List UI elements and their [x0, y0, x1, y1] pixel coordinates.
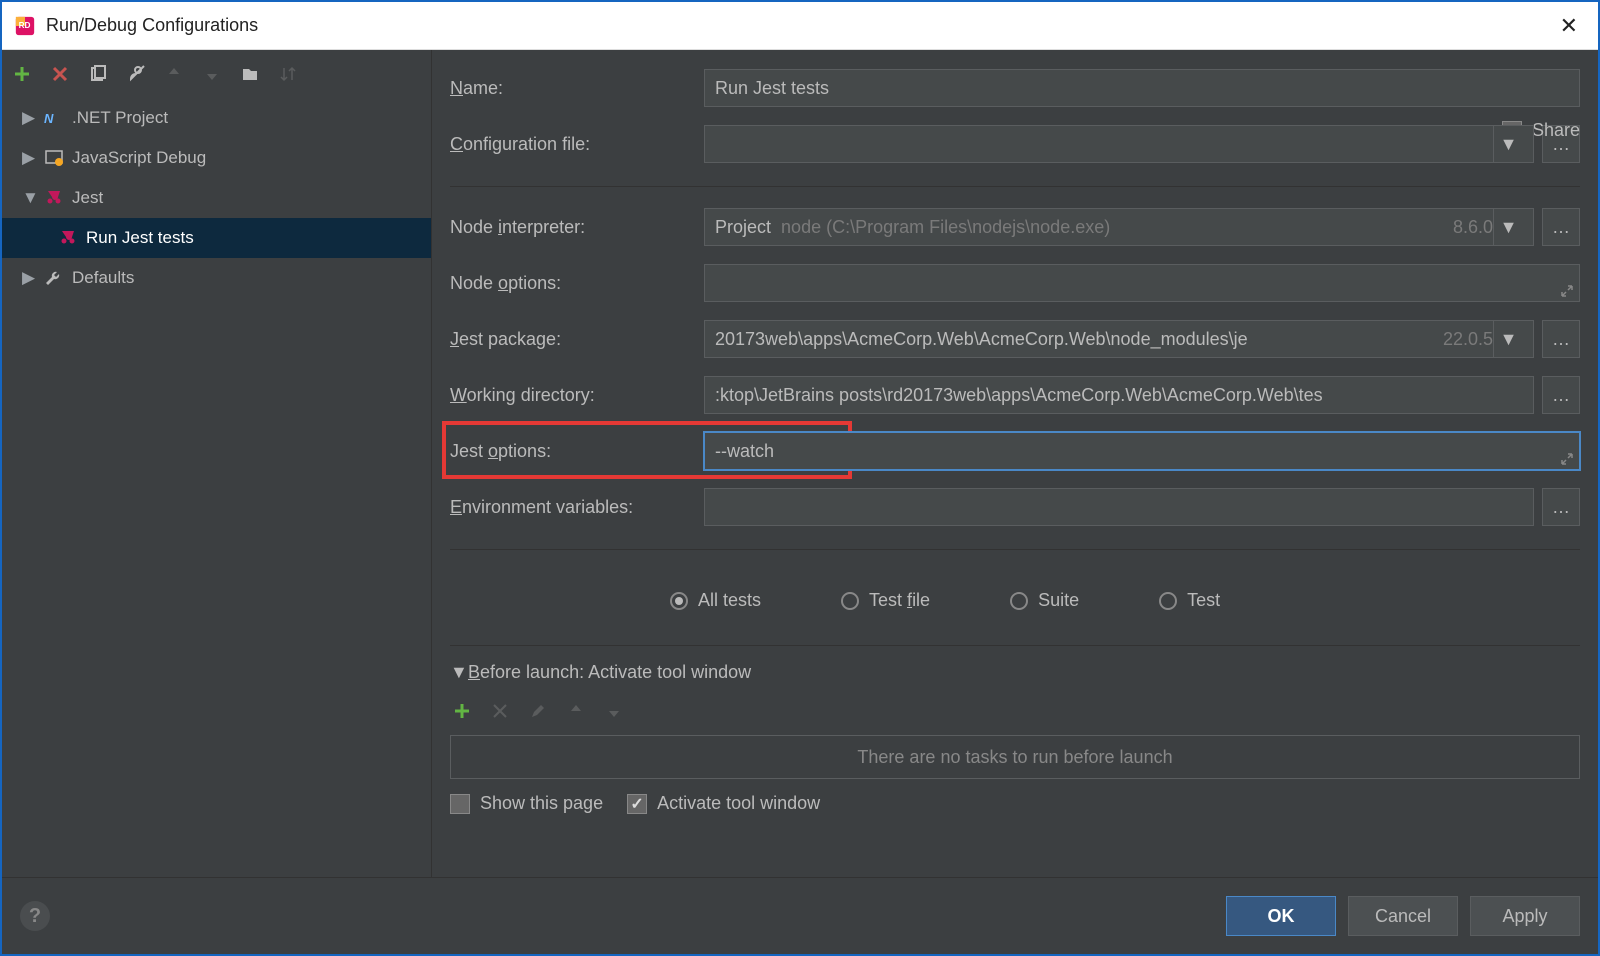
radio-test[interactable]: Test — [1159, 590, 1220, 611]
cancel-button[interactable]: Cancel — [1348, 896, 1458, 936]
dialog-button-bar: ? OK Cancel Apply — [2, 877, 1598, 954]
environment-input[interactable] — [704, 488, 1534, 526]
chevron-right-icon: ▶ — [22, 108, 36, 128]
edit-task-button — [526, 699, 550, 723]
share-label: Share — [1532, 120, 1580, 141]
before-launch-toolbar — [450, 693, 1580, 729]
show-page-checkbox[interactable]: Show this page — [450, 793, 603, 814]
form-panel: Share Name: Run Jest tests Configuration… — [432, 50, 1598, 954]
node-options-label: Node options: — [450, 273, 696, 294]
dropdown-icon[interactable]: ▼ — [1493, 209, 1523, 245]
name-input[interactable]: Run Jest tests — [704, 69, 1580, 107]
tree-item-jsdebug[interactable]: ▶ JavaScript Debug — [2, 138, 431, 178]
scope-radio-group: All tests Test file Suite Test — [670, 590, 1580, 611]
jest-icon — [58, 228, 78, 248]
tree-item-dotnet[interactable]: ▶ N .NET Project — [2, 98, 431, 138]
working-directory-input[interactable]: :ktop\JetBrains posts\rd20173web\apps\Ac… — [704, 376, 1534, 414]
settings-button[interactable] — [124, 62, 148, 86]
chevron-right-icon: ▶ — [22, 268, 36, 288]
add-config-button[interactable] — [10, 62, 34, 86]
sidebar: ▶ N .NET Project ▶ JavaScript Debug ▼ Je… — [2, 50, 432, 954]
node-interpreter-input[interactable]: Project node (C:\Program Files\nodejs\no… — [704, 208, 1534, 246]
ok-button[interactable]: OK — [1226, 896, 1336, 936]
tree-label: JavaScript Debug — [72, 148, 206, 168]
node-interpreter-label: Node interpreter: — [450, 217, 696, 238]
browse-button[interactable]: … — [1542, 488, 1580, 526]
chevron-right-icon: ▶ — [22, 148, 36, 168]
jest-package-input[interactable]: 20173web\apps\AcmeCorp.Web\AcmeCorp.Web\… — [704, 320, 1534, 358]
close-button[interactable]: ✕ — [1552, 9, 1586, 43]
remove-task-button — [488, 699, 512, 723]
name-label: Name: — [450, 78, 696, 99]
tree-label: .NET Project — [72, 108, 168, 128]
svg-text:N: N — [44, 111, 54, 125]
sidebar-toolbar — [2, 50, 431, 98]
app-logo-icon: RD — [14, 15, 36, 37]
svg-text:RD: RD — [19, 20, 31, 29]
copy-config-button[interactable] — [86, 62, 110, 86]
activate-tool-window-checkbox[interactable]: Activate tool window — [627, 793, 820, 814]
window-title: Run/Debug Configurations — [46, 15, 1552, 36]
browse-button[interactable]: … — [1542, 376, 1580, 414]
checkbox-row: Show this page Activate tool window — [450, 793, 1580, 814]
chevron-down-icon: ▼ — [22, 188, 36, 208]
radio-suite[interactable]: Suite — [1010, 590, 1079, 611]
folder-button[interactable] — [238, 62, 262, 86]
jest-package-label: Jest package: — [450, 329, 696, 350]
environment-label: Environment variables: — [450, 497, 696, 518]
tree-item-run-jest-tests[interactable]: Run Jest tests — [2, 218, 431, 258]
wrench-icon — [44, 268, 64, 288]
dropdown-icon[interactable]: ▼ — [1493, 321, 1523, 357]
tree-item-defaults[interactable]: ▶ Defaults — [2, 258, 431, 298]
move-down-button — [200, 62, 224, 86]
help-button[interactable]: ? — [20, 901, 50, 931]
remove-config-button[interactable] — [48, 62, 72, 86]
tree-label: Run Jest tests — [86, 228, 194, 248]
apply-button[interactable]: Apply — [1470, 896, 1580, 936]
tree-item-jest[interactable]: ▼ Jest — [2, 178, 431, 218]
config-file-input[interactable]: ▼ — [704, 125, 1534, 163]
browse-button[interactable]: … — [1542, 320, 1580, 358]
jest-icon — [44, 188, 64, 208]
config-file-label: Configuration file: — [450, 134, 696, 155]
jest-options-label: Jest options: — [450, 441, 696, 462]
expand-icon[interactable] — [1561, 453, 1573, 465]
working-directory-label: Working directory: — [450, 385, 696, 406]
tasks-empty-area: There are no tasks to run before launch — [450, 735, 1580, 779]
radio-test-file[interactable]: Test file — [841, 590, 930, 611]
radio-all-tests[interactable]: All tests — [670, 590, 761, 611]
move-up-button — [162, 62, 186, 86]
expand-icon[interactable] — [1561, 285, 1573, 297]
task-down-button — [602, 699, 626, 723]
jest-options-input[interactable]: --watch — [704, 432, 1580, 470]
dotnet-icon: N — [44, 108, 64, 128]
tree-label: Defaults — [72, 268, 134, 288]
chevron-down-icon: ▼ — [450, 662, 462, 683]
node-options-input[interactable] — [704, 264, 1580, 302]
add-task-button[interactable] — [450, 699, 474, 723]
task-up-button — [564, 699, 588, 723]
jsdebug-icon — [44, 148, 64, 168]
before-launch-header[interactable]: ▼ Before launch: Activate tool window — [450, 662, 1580, 683]
browse-button[interactable]: … — [1542, 208, 1580, 246]
config-tree: ▶ N .NET Project ▶ JavaScript Debug ▼ Je… — [2, 98, 431, 954]
titlebar: RD Run/Debug Configurations ✕ — [2, 2, 1598, 50]
dropdown-icon[interactable]: ▼ — [1493, 126, 1523, 162]
sort-button — [276, 62, 300, 86]
tree-label: Jest — [72, 188, 103, 208]
